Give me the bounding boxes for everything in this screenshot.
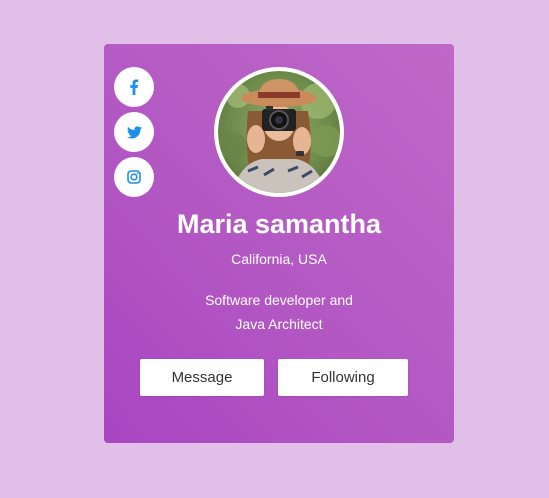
profile-card: Maria samantha California, USA Software … bbox=[104, 44, 454, 443]
facebook-button[interactable] bbox=[114, 67, 154, 107]
twitter-button[interactable] bbox=[114, 112, 154, 152]
profile-location: California, USA bbox=[231, 251, 327, 267]
instagram-icon bbox=[127, 170, 141, 184]
avatar bbox=[218, 71, 340, 193]
facebook-icon bbox=[130, 79, 139, 95]
following-button[interactable]: Following bbox=[278, 359, 408, 396]
avatar-frame bbox=[214, 67, 344, 197]
bio-line-2: Java Architect bbox=[235, 316, 323, 332]
profile-name: Maria samantha bbox=[176, 209, 382, 239]
twitter-icon bbox=[126, 125, 142, 138]
instagram-button[interactable] bbox=[114, 157, 154, 197]
bio-line-1: Software developer and bbox=[205, 292, 353, 308]
message-button[interactable]: Message bbox=[140, 359, 264, 396]
profile-bio: Software developer and Java Architect bbox=[104, 288, 454, 336]
